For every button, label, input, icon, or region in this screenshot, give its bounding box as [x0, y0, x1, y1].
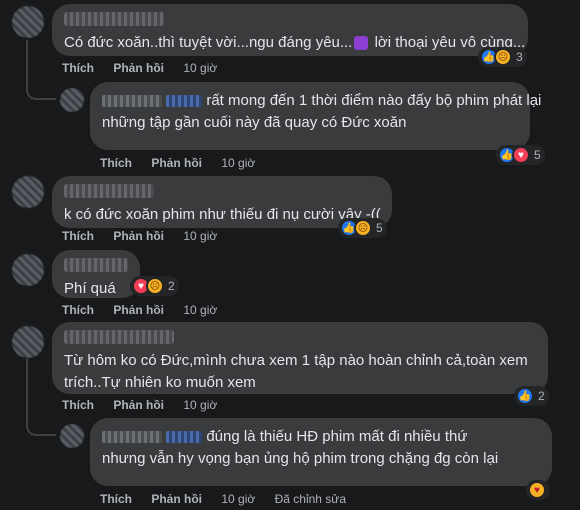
timestamp[interactable]: 10 giờ	[183, 398, 217, 412]
reaction-count: 5	[534, 148, 541, 162]
avatar[interactable]	[12, 176, 44, 208]
comment-actions: Thích Phản hồi 10 giờ Đã chỉnh sửa	[100, 492, 362, 506]
reaction-summary[interactable]: 👍 ☹ 5	[338, 218, 387, 238]
like-button[interactable]: Thích	[62, 398, 94, 412]
reply-button[interactable]: Phản hồi	[113, 398, 164, 412]
like-button[interactable]: Thích	[100, 492, 132, 506]
avatar[interactable]	[60, 88, 84, 112]
comment-text: đúng là thiếu HĐ phim mất đi nhiều thứ	[102, 426, 540, 448]
author-name-tag[interactable]	[166, 95, 203, 108]
author-name[interactable]	[102, 431, 162, 444]
like-reaction-icon: 👍	[516, 387, 534, 405]
author-name[interactable]	[64, 330, 174, 344]
comment-bubble: Có đức xoăn..thì tuyệt vời...ngu đáng yê…	[52, 4, 528, 56]
comment-text: Có đức xoăn..thì tuyệt vời...ngu đáng yê…	[64, 34, 526, 51]
timestamp[interactable]: 10 giờ	[183, 61, 217, 75]
reaction-count: 2	[168, 279, 175, 293]
comment-text-line2: nhưng vẫn hy vọng bạn ủng hộ phim trong …	[102, 450, 499, 467]
reaction-summary[interactable]: 👍 ☹ 3	[478, 47, 527, 67]
reaction-summary[interactable]: ♥	[526, 480, 550, 500]
reply-button[interactable]: Phản hồi	[113, 61, 164, 75]
author-name-tag[interactable]	[166, 431, 203, 444]
timestamp[interactable]: 10 giờ	[183, 303, 217, 317]
thread-line	[26, 358, 28, 418]
comment-actions: Thích Phản hồi 10 giờ	[62, 229, 233, 243]
comment-text: Từ hôm ko có Đức,mình chưa xem 1 tập nào…	[64, 352, 528, 369]
thread-connector	[26, 76, 56, 100]
author-name[interactable]	[102, 95, 162, 108]
author-name[interactable]	[64, 258, 128, 272]
sad-reaction-icon: ☹	[354, 219, 372, 237]
timestamp[interactable]: 10 giờ	[221, 156, 255, 170]
reply-button[interactable]: Phản hồi	[151, 156, 202, 170]
reply-button[interactable]: Phản hồi	[151, 492, 202, 506]
like-button[interactable]: Thích	[62, 61, 94, 75]
like-button[interactable]: Thích	[100, 156, 132, 170]
comment-text-line2: những tập gần cuối này đã quay có Đức xo…	[102, 114, 407, 131]
like-button[interactable]: Thích	[62, 229, 94, 243]
purple-heart-icon	[354, 36, 369, 51]
timestamp[interactable]: 10 giờ	[221, 492, 255, 506]
author-name[interactable]	[64, 184, 154, 198]
reply-button[interactable]: Phản hồi	[113, 229, 164, 243]
comment-bubble: Từ hôm ko có Đức,mình chưa xem 1 tập nào…	[52, 322, 548, 394]
like-button[interactable]: Thích	[62, 303, 94, 317]
comment-text: Phí quá	[64, 280, 116, 297]
reaction-summary[interactable]: ♥ ☹ 2	[130, 276, 179, 296]
comment-actions: Thích Phản hồi 10 giờ	[100, 156, 271, 170]
author-name[interactable]	[64, 12, 164, 26]
reaction-count: 2	[538, 389, 545, 403]
comment-bubble: Phí quá	[52, 250, 140, 298]
comment-bubble: rất mong đến 1 thời điểm nào đấy bộ phim…	[90, 82, 541, 150]
comment-actions: Thích Phản hồi 10 giờ	[62, 398, 233, 412]
care-reaction-icon: ♥	[528, 481, 546, 499]
timestamp[interactable]: 10 giờ	[183, 229, 217, 243]
comment-bubble: đúng là thiếu HĐ phim mất đi nhiều thứ n…	[90, 418, 552, 486]
avatar[interactable]	[60, 424, 84, 448]
sad-reaction-icon: ☹	[146, 277, 164, 295]
reaction-summary[interactable]: 👍 ♥ 5	[496, 145, 545, 165]
reply-button[interactable]: Phản hồi	[113, 303, 164, 317]
comment-actions: Thích Phản hồi 10 giờ	[62, 61, 233, 75]
avatar[interactable]	[12, 254, 44, 286]
thread-connector	[26, 412, 56, 436]
love-reaction-icon: ♥	[512, 146, 530, 164]
reaction-count: 3	[516, 50, 523, 64]
thread-line	[26, 40, 28, 80]
avatar[interactable]	[12, 326, 44, 358]
sad-reaction-icon: ☹	[494, 48, 512, 66]
comment-text: rất mong đến 1 thời điểm nào đấy bộ phim…	[102, 90, 541, 112]
comment-text: k có đức xoăn phim như thiếu đi nụ cười …	[64, 206, 381, 223]
reaction-count: 5	[376, 221, 383, 235]
reaction-summary[interactable]: 👍 2	[514, 386, 549, 406]
comment-text-line2: trích..Tự nhiên ko muốn xem	[64, 374, 256, 391]
comment-actions: Thích Phản hồi 10 giờ	[62, 303, 233, 317]
edited-label[interactable]: Đã chỉnh sửa	[275, 492, 346, 506]
avatar[interactable]	[12, 6, 44, 38]
